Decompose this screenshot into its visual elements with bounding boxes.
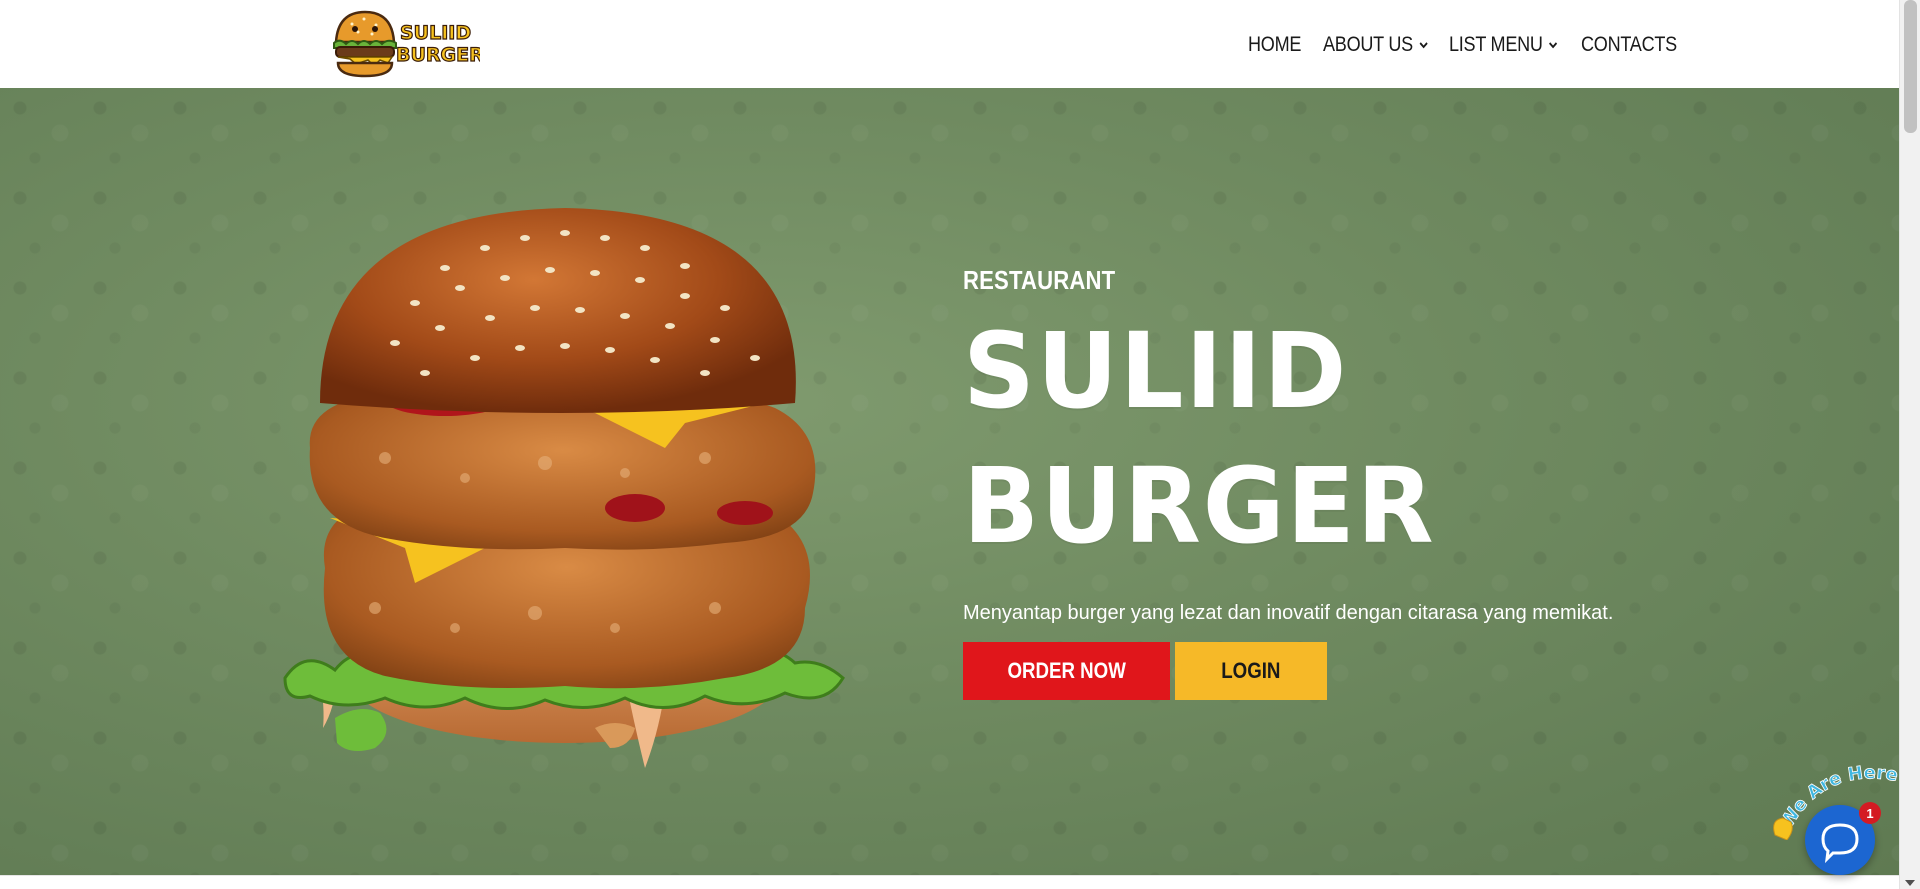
nav-list-menu-label: LIST MENU	[1449, 33, 1543, 56]
page: SULIID BURGER HOME ABOUT US LIST MENU CO…	[0, 0, 1920, 889]
hero-title-line2: BURGER	[963, 445, 1436, 567]
chevron-down-icon	[1419, 42, 1428, 49]
nav-about-us[interactable]: ABOUT US	[1323, 33, 1431, 57]
hero-title-line1: SULIID	[963, 310, 1349, 432]
page-scrollbar[interactable]	[1899, 0, 1920, 889]
order-now-button[interactable]: ORDER NOW	[963, 642, 1170, 700]
site-header: SULIID BURGER HOME ABOUT US LIST MENU CO…	[0, 0, 1899, 88]
chat-notification-badge: 1	[1859, 802, 1881, 824]
nav-contacts-label: CONTACTS	[1581, 33, 1677, 56]
scroll-down-arrow-icon[interactable]	[1905, 880, 1915, 886]
hero-title: SULIID BURGER	[963, 304, 1613, 574]
order-now-label: ORDER NOW	[1007, 658, 1126, 683]
nav-home-label: HOME	[1248, 33, 1302, 56]
burger-logo-icon: SULIID BURGER	[333, 10, 485, 78]
svg-text:SULIID: SULIID	[400, 22, 471, 44]
hero-content: RESTAURANT SULIID BURGER Menyantap burge…	[963, 265, 1613, 700]
hero-tagline: Menyantap burger yang lezat dan inovatif…	[963, 602, 1614, 624]
burger-image	[283, 208, 845, 768]
hero-eyebrow: RESTAURANT	[963, 265, 1116, 295]
login-label: LOGIN	[1221, 658, 1281, 683]
hero-section: RESTAURANT SULIID BURGER Menyantap burge…	[0, 88, 1899, 875]
waving-hand-icon	[1773, 817, 1793, 840]
chevron-down-icon	[1548, 42, 1558, 49]
chat-widget: We Are Here! 1	[1755, 760, 1905, 880]
nav-home[interactable]: HOME	[1248, 33, 1308, 57]
login-button[interactable]: LOGIN	[1175, 642, 1327, 700]
nav-contacts[interactable]: CONTACTS	[1581, 33, 1677, 57]
nav-about-us-label: ABOUT US	[1323, 33, 1413, 56]
scrollbar-thumb[interactable]	[1904, 0, 1917, 133]
site-logo[interactable]: SULIID BURGER	[330, 8, 485, 80]
hero-buttons: ORDER NOW LOGIN	[963, 642, 1613, 700]
main-nav: HOME ABOUT US LIST MENU CONTACTS	[1248, 30, 1691, 60]
svg-text:BURGER: BURGER	[396, 44, 480, 66]
nav-list-menu[interactable]: LIST MENU	[1449, 33, 1563, 57]
next-section-edge	[0, 875, 1899, 889]
